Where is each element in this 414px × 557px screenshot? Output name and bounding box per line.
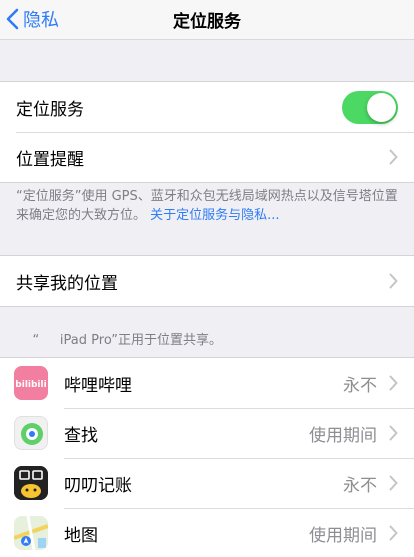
share-my-location-label: 共享我的位置 <box>16 273 118 294</box>
location-services-toggle[interactable] <box>342 91 398 124</box>
chevron-right-icon <box>389 425 398 441</box>
share-my-location-row[interactable]: 共享我的位置 <box>0 256 414 306</box>
location-alerts-row[interactable]: 位置提醒 <box>0 132 414 182</box>
chevron-right-icon <box>389 475 398 491</box>
chevron-right-icon <box>389 525 398 541</box>
app-location-permission: 使用期间 <box>309 425 377 446</box>
svg-text:bilibili: bilibili <box>15 380 46 390</box>
app-row-bilibili[interactable]: bilibili 哔哩哔哩 永不 <box>0 358 414 408</box>
app-row-maps[interactable]: 地图 使用期间 <box>0 508 414 557</box>
navigation-bar: 隐私 定位服务 <box>0 0 414 40</box>
find-my-app-icon <box>14 416 48 450</box>
location-services-label: 定位服务 <box>16 99 84 120</box>
app-location-permission: 永不 <box>343 375 377 396</box>
app-location-permission: 使用期间 <box>309 525 377 546</box>
location-services-row: 定位服务 <box>0 82 414 132</box>
app-name: 查找 <box>64 425 98 446</box>
app-row-find-my[interactable]: 查找 使用期间 <box>0 408 414 458</box>
maps-app-icon <box>14 516 48 550</box>
app-name: 地图 <box>64 525 98 546</box>
toggle-knob <box>367 93 396 122</box>
app-row-daodao[interactable]: 叨叨记账 永不 <box>0 458 414 508</box>
chevron-right-icon <box>389 149 398 165</box>
app-location-permission: 永不 <box>343 475 377 496</box>
daodao-app-icon <box>14 466 48 500</box>
chevron-right-icon <box>389 375 398 391</box>
chevron-right-icon <box>389 273 398 289</box>
location-alerts-label: 位置提醒 <box>16 149 84 170</box>
share-location-group: 共享我的位置 <box>0 255 414 307</box>
page-title: 定位服务 <box>173 12 241 32</box>
location-footnote: “定位服务”使用 GPS、蓝牙和众包无线局域网热点以及信号塔位置来确定您的大致方… <box>16 187 400 225</box>
app-name: 叨叨记账 <box>64 475 132 496</box>
apps-group: bilibili 哔哩哔哩 永不 查找 使用期间 叨叨记账 永不 地图 使用期间 <box>0 357 414 557</box>
location-services-screen: 隐私 定位服务 定位服务 位置提醒 “定位服务”使用 GPS、蓝牙和众包无线局域… <box>0 0 414 557</box>
app-name: 哔哩哔哩 <box>64 375 132 396</box>
bilibili-app-icon: bilibili <box>14 366 48 400</box>
share-footnote-text: “ iPad Pro”正用于位置共享。 <box>32 333 223 348</box>
privacy-link[interactable]: 关于定位服务与隐私... <box>150 208 279 223</box>
location-settings-group: 定位服务 位置提醒 <box>0 81 414 183</box>
